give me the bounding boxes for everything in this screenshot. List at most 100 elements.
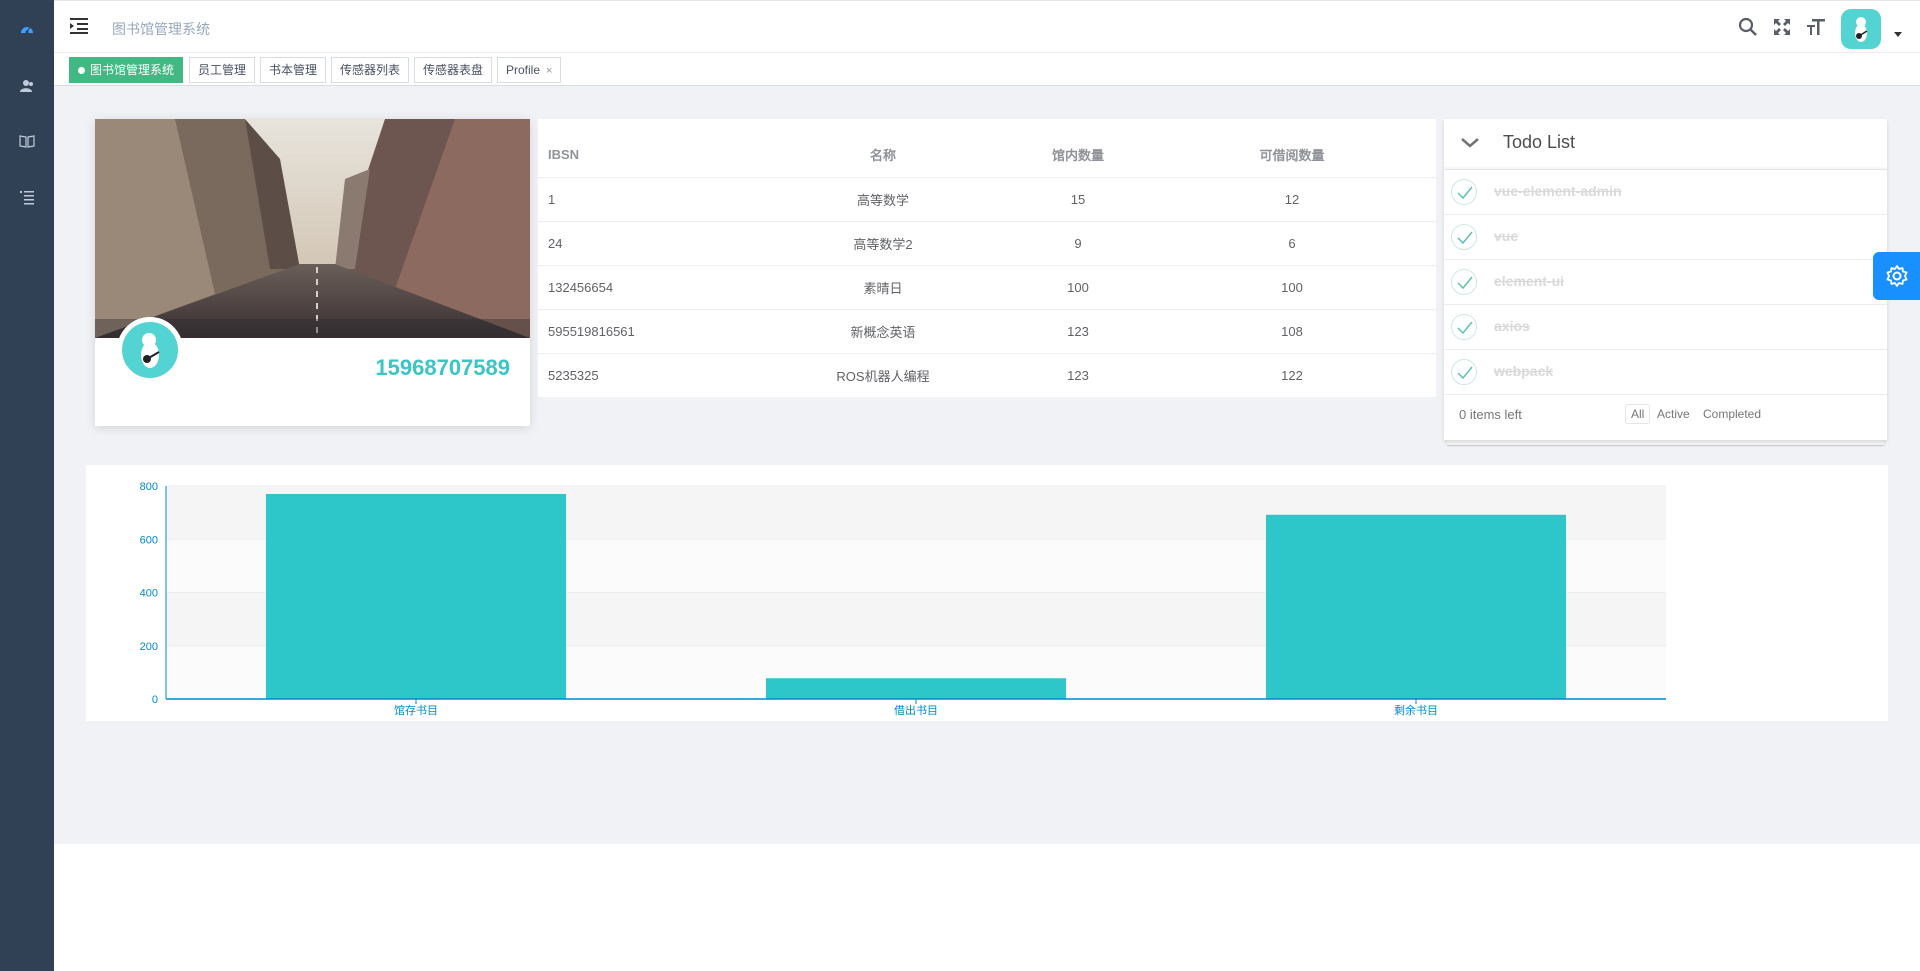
tag-sensor-dashboard[interactable]: 传感器表盘 xyxy=(414,57,493,83)
cell-ibsn: 24 xyxy=(538,221,758,266)
todo-title: Todo List xyxy=(1503,132,1576,152)
cell-stock: 15 xyxy=(1008,177,1148,222)
cell-ibsn: 1 xyxy=(538,177,758,222)
sidebar xyxy=(0,0,54,971)
todo-footer: 0 items left All Active Completed xyxy=(1444,394,1887,434)
cell-stock: 123 xyxy=(1008,309,1148,354)
todo-text[interactable]: element-ui xyxy=(1494,273,1564,289)
todo-item: element-ui xyxy=(1444,260,1887,305)
y-tick-label: 800 xyxy=(140,481,158,493)
table-row: 24 高等数学2 9 6 xyxy=(538,221,1436,266)
user-avatar[interactable] xyxy=(1841,9,1881,49)
profile-avatar xyxy=(117,317,183,383)
tag-profile[interactable]: Profile × xyxy=(497,57,562,83)
todo-item: webpack xyxy=(1444,350,1887,395)
settings-button[interactable] xyxy=(1873,252,1920,300)
table-header-row: IBSN 名称 馆内数量 可借阅数量 xyxy=(538,119,1436,178)
profile-card: 15968707589 xyxy=(95,119,530,426)
todo-text[interactable]: vue-element-admin xyxy=(1494,183,1622,199)
cell-available: 12 xyxy=(1148,177,1436,222)
todo-header: Todo List xyxy=(1444,119,1887,170)
bar-chart-card: 0 200 400 600 800 馆存书目 借出书目 剩余书目 xyxy=(86,465,1888,721)
x-tick-label: 剩余书目 xyxy=(1394,703,1438,717)
cell-available: 122 xyxy=(1281,367,1303,383)
cell-available: 100 xyxy=(1148,265,1436,310)
filter-completed[interactable]: Completed xyxy=(1697,404,1767,424)
tag-label: Profile xyxy=(506,63,541,77)
breadcrumb: 图书馆管理系统 xyxy=(112,21,210,37)
user-icon[interactable] xyxy=(17,76,37,96)
todo-check-icon[interactable] xyxy=(1451,224,1477,250)
y-tick-label: 600 xyxy=(140,534,158,546)
todo-check-icon[interactable] xyxy=(1451,314,1477,340)
x-tick-label: 馆存书目 xyxy=(394,703,438,717)
bar-chart: 0 200 400 600 800 馆存书目 借出书目 剩余书目 xyxy=(140,481,1666,717)
navbar: 图书馆管理系统 xyxy=(54,0,1920,53)
cell-ibsn: 132456654 xyxy=(538,265,758,310)
tag-library-system[interactable]: 图书馆管理系统 xyxy=(69,57,184,83)
tag-sensor-list[interactable]: 传感器列表 xyxy=(331,57,410,83)
bar[interactable] xyxy=(1266,514,1566,699)
font-size-icon[interactable] xyxy=(1806,17,1826,37)
table-row: 132456654 素晴日 100 100 xyxy=(538,265,1436,310)
x-tick-label: 借出书目 xyxy=(894,703,938,717)
col-name: 名称 xyxy=(758,119,1008,178)
toggle-all-chevron-icon[interactable] xyxy=(1458,131,1482,155)
fullscreen-icon[interactable] xyxy=(1772,17,1792,37)
cell-ibsn: 5235325 xyxy=(548,367,599,383)
close-icon[interactable]: × xyxy=(546,65,552,77)
table-row: 5235325 ROS机器人编程 123 122 xyxy=(538,353,1436,397)
tag-label: 员工管理 xyxy=(198,63,247,77)
todo-list: Todo List vue-element-admin vue element-… xyxy=(1444,119,1887,440)
city-street-photo xyxy=(95,119,530,338)
dashboard-icon[interactable] xyxy=(17,19,37,39)
cell-name: ROS机器人编程 xyxy=(836,368,930,384)
bar[interactable] xyxy=(766,678,1066,699)
todo-item: vue-element-admin xyxy=(1444,170,1887,215)
cell-name: 素晴日 xyxy=(758,265,1008,310)
y-tick-label: 0 xyxy=(152,694,158,706)
cell-name: 高等数学 xyxy=(758,177,1008,222)
list-icon[interactable] xyxy=(17,187,37,207)
cell-stock: 9 xyxy=(1008,221,1148,266)
items-left-count: 0 items left xyxy=(1459,407,1522,422)
y-tick-label: 200 xyxy=(140,641,158,653)
cell-ibsn: 595519816561 xyxy=(538,309,758,354)
tag-staff[interactable]: 员工管理 xyxy=(189,57,256,83)
cell-stock: 100 xyxy=(1008,265,1148,310)
book-table: IBSN 名称 馆内数量 可借阅数量 1 高等数学 15 12 24 高等数学2… xyxy=(538,119,1436,397)
col-available: 可借阅数量 xyxy=(1148,119,1436,178)
tag-label: 传感器列表 xyxy=(340,63,401,77)
book-icon[interactable] xyxy=(17,131,37,151)
todo-text[interactable]: webpack xyxy=(1494,363,1553,379)
table-row: 595519816561 新概念英语 123 108 xyxy=(538,309,1436,354)
avatar-dropdown-caret-icon[interactable] xyxy=(1894,32,1902,37)
cell-name: 高等数学2 xyxy=(758,221,1008,266)
todo-text[interactable]: vue xyxy=(1494,228,1518,244)
tags-view: 图书馆管理系统 员工管理 书本管理 传感器列表 传感器表盘 Profile × xyxy=(54,53,1920,86)
search-icon[interactable] xyxy=(1738,17,1758,37)
cell-available: 108 xyxy=(1148,309,1436,354)
cell-stock: 123 xyxy=(1067,367,1089,383)
main-content: 15968707589 IBSN 名称 馆内数量 可借阅数量 1 高等数学 15… xyxy=(54,86,1920,844)
col-stock: 馆内数量 xyxy=(1008,119,1148,178)
profile-phone: 15968707589 xyxy=(375,355,510,380)
todo-check-icon[interactable] xyxy=(1451,179,1477,205)
tag-label: 图书馆管理系统 xyxy=(90,63,175,77)
col-ibsn: IBSN xyxy=(538,119,758,178)
y-tick-label: 400 xyxy=(140,588,158,600)
table-row: 1 高等数学 15 12 xyxy=(538,177,1436,222)
bar[interactable] xyxy=(266,493,566,699)
todo-check-icon[interactable] xyxy=(1451,269,1477,295)
gear-icon xyxy=(1886,265,1908,287)
tag-books[interactable]: 书本管理 xyxy=(260,57,327,83)
cell-available: 6 xyxy=(1148,221,1436,266)
filter-active[interactable]: Active xyxy=(1651,404,1696,424)
tag-label: 传感器表盘 xyxy=(423,63,484,77)
cell-name: 新概念英语 xyxy=(758,309,1008,354)
hamburger-icon[interactable] xyxy=(70,17,90,37)
tag-label: 书本管理 xyxy=(269,63,318,77)
todo-text[interactable]: axios xyxy=(1494,318,1530,334)
todo-check-icon[interactable] xyxy=(1451,359,1477,385)
filter-all[interactable]: All xyxy=(1625,404,1651,424)
